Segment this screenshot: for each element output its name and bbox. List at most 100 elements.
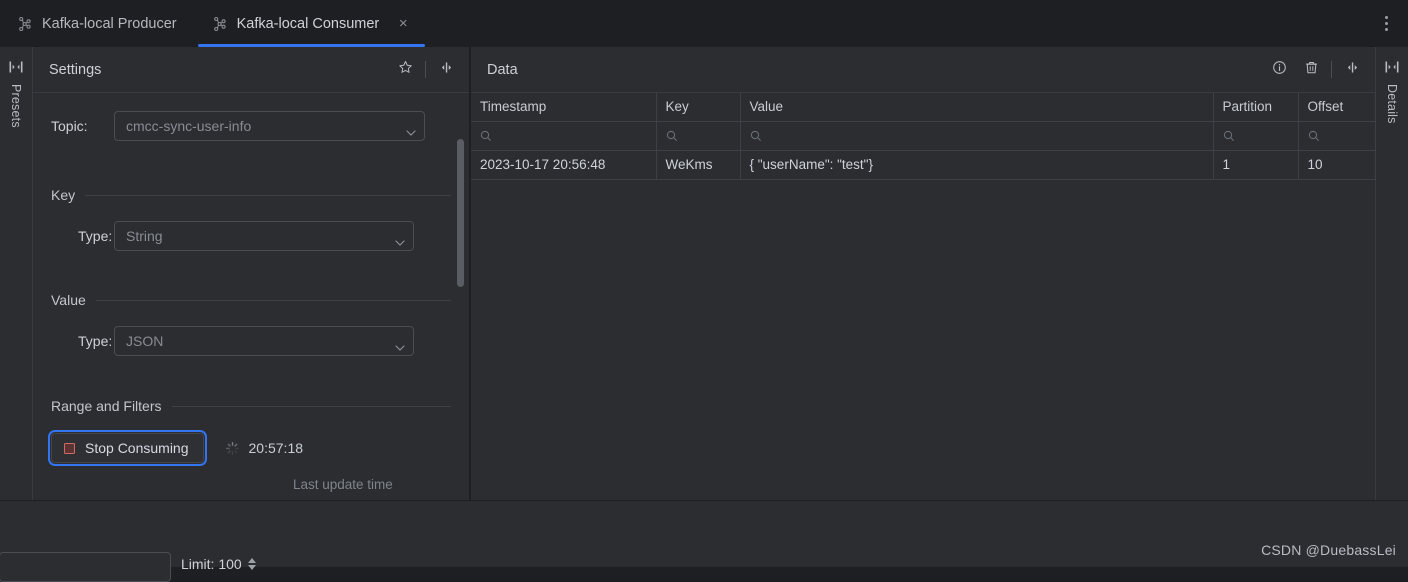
cell-offset: 10 — [1298, 150, 1376, 180]
stepper-down-arrow[interactable] — [247, 565, 256, 570]
section-divider — [85, 194, 451, 196]
search-icon — [666, 130, 678, 142]
tab-bar: Kafka-local Producer Kafka-local Consume… — [0, 0, 1408, 47]
value-section-title: Value — [51, 292, 86, 308]
filter-cell-value[interactable] — [740, 121, 1214, 151]
kebab-dot — [1384, 22, 1388, 25]
toolbar-divider — [425, 61, 426, 78]
table-header-row: Timestamp Key Value Partition Offset — [471, 93, 1376, 122]
settings-panel-body: Topic: cmcc-sync-user-info Key Type: Str… — [33, 93, 469, 500]
topic-select[interactable]: cmcc-sync-user-info — [114, 111, 425, 141]
column-header-value[interactable]: Value — [740, 93, 1214, 122]
toolbar-divider — [1331, 61, 1332, 78]
kebab-dot — [1384, 16, 1388, 19]
bottom-bar: Limit: 100 CSDN @DuebassLei — [0, 500, 1408, 582]
left-tool-rail: Presets — [0, 47, 33, 500]
cell-timestamp: 2023-10-17 20:56:48 — [471, 150, 657, 180]
settings-panel: Settings Topic: cmcc-sync-user-info Key … — [33, 47, 470, 500]
limit-stepper[interactable]: Limit: 100 — [181, 556, 256, 572]
search-icon — [480, 130, 492, 142]
value-type-select[interactable]: JSON — [114, 326, 414, 356]
right-tool-rail: Details — [1375, 47, 1408, 500]
section-divider — [171, 405, 451, 407]
collapse-panel-button[interactable] — [1339, 57, 1365, 83]
chevron-down-icon — [395, 233, 405, 246]
kafka-topology-icon — [212, 16, 228, 32]
stop-square-icon — [64, 442, 75, 454]
close-icon[interactable]: × — [396, 16, 410, 31]
key-type-select[interactable]: String — [114, 221, 414, 251]
filter-cell-timestamp[interactable] — [471, 121, 657, 151]
sidebar-item-presets[interactable]: Presets — [9, 84, 23, 128]
stepper-up-down-icon[interactable] — [247, 558, 256, 570]
sidebar-item-details[interactable]: Details — [1385, 84, 1399, 124]
search-input[interactable] — [0, 552, 171, 582]
settings-scrollbar[interactable] — [457, 93, 466, 500]
search-icon — [750, 130, 762, 142]
column-header-timestamp[interactable]: Timestamp — [471, 93, 657, 122]
loading-spinner-icon — [225, 441, 240, 456]
range-section-header: Range and Filters — [51, 398, 451, 414]
data-panel-header: Data — [471, 47, 1375, 93]
column-header-offset[interactable]: Offset — [1298, 93, 1376, 122]
key-section-header: Key — [51, 187, 451, 203]
last-update-time-value: 20:57:18 — [248, 440, 304, 456]
value-type-value: JSON — [126, 333, 164, 349]
key-type-row: Type: String — [51, 221, 451, 251]
value-type-row: Type: JSON — [51, 326, 451, 356]
limit-label: Limit: 100 — [181, 556, 242, 572]
section-divider — [95, 299, 451, 301]
column-header-key[interactable]: Key — [656, 93, 741, 122]
info-circle-icon — [1272, 60, 1287, 80]
search-icon — [1308, 130, 1320, 142]
kebab-dot — [1384, 28, 1388, 31]
scrollbar-thumb[interactable] — [457, 139, 464, 287]
cell-value: { "userName": "test"} — [740, 150, 1214, 180]
topic-value: cmcc-sync-user-info — [126, 118, 252, 134]
filter-cell-partition[interactable] — [1213, 121, 1299, 151]
tab-kafka-local-producer[interactable]: Kafka-local Producer — [0, 0, 195, 47]
value-type-label: Type: — [78, 333, 113, 349]
cell-partition: 1 — [1213, 150, 1299, 180]
topic-label: Topic: — [51, 118, 88, 134]
stop-consuming-label: Stop Consuming — [85, 440, 189, 456]
more-options-icon[interactable] — [1372, 0, 1400, 47]
cell-key: WeKms — [656, 150, 741, 180]
tab-label: Kafka-local Producer — [42, 15, 177, 32]
search-icon — [1223, 130, 1235, 142]
watermark: CSDN @DuebassLei — [1261, 542, 1396, 558]
collapse-horizontal-icon — [439, 60, 454, 80]
key-type-value: String — [126, 228, 163, 244]
last-update-time-caption: Last update time — [293, 477, 393, 492]
key-type-label: Type: — [78, 228, 113, 244]
stepper-up-arrow[interactable] — [247, 558, 256, 563]
range-section-title: Range and Filters — [51, 398, 162, 414]
kafka-topology-icon — [17, 16, 33, 32]
topic-row: Topic: cmcc-sync-user-info — [51, 111, 451, 141]
collapse-panel-button[interactable] — [433, 57, 459, 83]
chevron-down-icon — [395, 338, 405, 351]
panel-title: Data — [487, 61, 518, 78]
expand-horizontal-icon[interactable] — [8, 59, 24, 75]
tab-kafka-local-consumer[interactable]: Kafka-local Consumer × — [195, 0, 429, 47]
delete-button[interactable] — [1298, 57, 1324, 83]
filter-cell-key[interactable] — [656, 121, 741, 151]
table-row[interactable]: 2023-10-17 20:56:48 WeKms { "userName": … — [471, 150, 1376, 180]
expand-horizontal-icon[interactable] — [1384, 59, 1400, 75]
key-section-title: Key — [51, 187, 76, 203]
tab-label: Kafka-local Consumer — [236, 15, 380, 32]
favorite-star-button[interactable] — [392, 57, 418, 83]
trash-icon — [1304, 60, 1319, 80]
consume-controls-row: Stop Consuming 20:57:18 — [48, 430, 451, 466]
collapse-horizontal-icon — [1345, 60, 1360, 80]
column-header-partition[interactable]: Partition — [1213, 93, 1299, 122]
info-button[interactable] — [1266, 57, 1292, 83]
table-filter-row — [471, 121, 1376, 151]
last-update-time-caption-row: Last update time — [51, 476, 451, 494]
filter-cell-offset[interactable] — [1298, 121, 1376, 151]
settings-panel-header: Settings — [33, 47, 469, 93]
panel-title: Settings — [49, 61, 102, 78]
stop-consuming-button[interactable]: Stop Consuming — [48, 430, 207, 466]
data-panel: Data Timestamp Key Value Partition Offse… — [471, 47, 1376, 500]
star-icon — [398, 60, 413, 80]
